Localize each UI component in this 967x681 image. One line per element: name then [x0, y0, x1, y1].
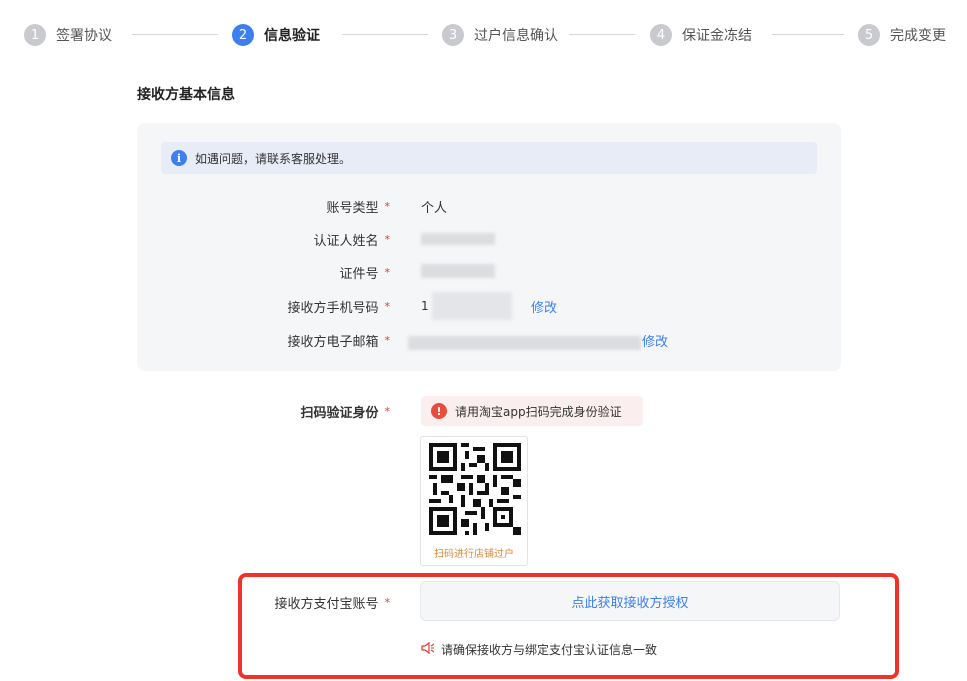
scan-warning: ! 请用淘宝app扫码完成身份验证	[421, 396, 643, 426]
step-label: 签署协议	[56, 28, 112, 44]
step-label: 信息验证	[264, 28, 320, 44]
edit-phone-link[interactable]: 修改	[531, 297, 557, 316]
required-mark: *	[384, 404, 391, 418]
get-authorization-button[interactable]: 点此获取接收方授权	[420, 581, 840, 621]
required-mark: *	[384, 265, 391, 279]
required-mark: *	[384, 199, 391, 213]
step-connector	[772, 34, 844, 35]
scan-label: 扫码验证身份	[300, 405, 379, 421]
cert-name-label-wrap: 认证人姓名 *	[0, 229, 390, 249]
step-number: 3	[442, 24, 464, 46]
account-type-value: 个人	[421, 201, 448, 216]
id-number-label-wrap: 证件号 *	[0, 262, 390, 282]
step-2: 2 信息验证	[232, 22, 320, 48]
qr-code-icon[interactable]	[429, 443, 521, 535]
alipay-label: 接收方支付宝账号	[274, 596, 379, 612]
phone-label-wrap: 接收方手机号码 *	[0, 296, 390, 316]
required-mark: *	[384, 595, 391, 609]
cert-name-redacted	[421, 233, 495, 245]
progress-steps: 1 签署协议 2 信息验证 3 过户信息确认 4 保证金冻结 5 完成变更	[24, 22, 967, 48]
step-connector	[132, 34, 218, 35]
step-connector	[342, 34, 428, 35]
section-title: 接收方基本信息	[137, 87, 235, 103]
account-type-label-wrap: 账号类型 *	[0, 196, 390, 216]
step-connector	[569, 34, 635, 35]
phone-label: 接收方手机号码	[287, 300, 379, 316]
step-3: 3 过户信息确认	[442, 22, 558, 48]
scan-warning-text: 请用淘宝app扫码完成身份验证	[455, 404, 622, 419]
alert-icon: !	[431, 403, 447, 419]
notice-bar: i 如遇问题，请联系客服处理。	[161, 142, 817, 174]
phone-redacted	[432, 292, 512, 320]
step-number: 2	[232, 24, 254, 46]
required-mark: *	[384, 232, 391, 246]
required-mark: *	[384, 333, 391, 347]
phone-value-prefix: 1	[421, 299, 429, 313]
email-redacted	[408, 336, 641, 350]
cert-name-label: 认证人姓名	[313, 233, 379, 249]
notice-text: 如遇问题，请联系客服处理。	[195, 151, 352, 166]
required-mark: *	[384, 299, 391, 313]
scan-label-wrap: 扫码验证身份 *	[0, 401, 390, 421]
step-number: 1	[24, 24, 46, 46]
edit-email-link[interactable]: 修改	[642, 331, 668, 350]
qr-code-card[interactable]: 扫码进行店铺过户	[420, 436, 528, 566]
email-label: 接收方电子邮箱	[287, 334, 379, 350]
step-label: 完成变更	[890, 28, 946, 44]
email-label-wrap: 接收方电子邮箱 *	[0, 330, 390, 350]
step-label: 过户信息确认	[474, 28, 558, 44]
qr-caption: 扫码进行店铺过户	[434, 549, 514, 560]
step-5: 5 完成变更	[858, 22, 946, 48]
step-number: 4	[650, 24, 672, 46]
step-label: 保证金冻结	[682, 28, 752, 44]
info-icon: i	[171, 150, 187, 166]
step-4: 4 保证金冻结	[650, 22, 752, 48]
id-number-redacted	[421, 264, 495, 278]
alipay-label-wrap: 接收方支付宝账号 *	[0, 592, 390, 612]
step-1: 1 签署协议	[24, 22, 112, 48]
alipay-tip: 请确保接收方与绑定支付宝认证信息一致	[421, 641, 657, 658]
alipay-tip-text: 请确保接收方与绑定支付宝认证信息一致	[441, 643, 658, 657]
speaker-icon	[421, 641, 435, 658]
account-type-label: 账号类型	[326, 200, 379, 216]
step-number: 5	[858, 24, 880, 46]
id-number-label: 证件号	[339, 266, 379, 282]
